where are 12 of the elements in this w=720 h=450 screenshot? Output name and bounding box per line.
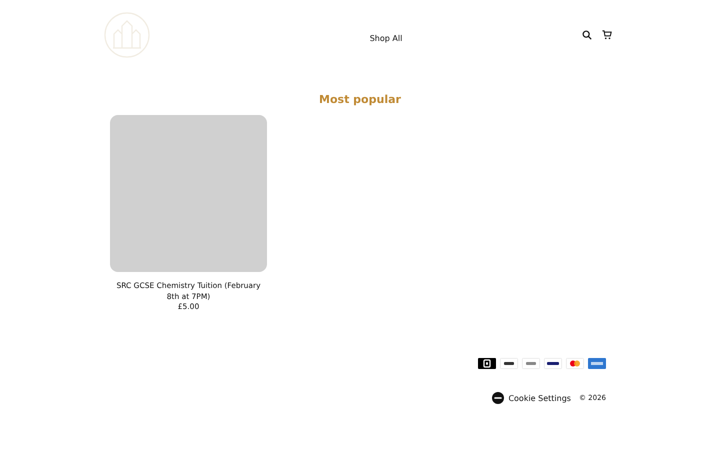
section-title: Most popular [319, 93, 401, 106]
cookie-settings-button[interactable]: Cookie Settings [492, 392, 571, 404]
cookie-icon [492, 392, 504, 404]
card-icon [478, 358, 496, 369]
card-icon [500, 358, 518, 369]
nav-link[interactable]: Shop All [370, 34, 402, 42]
search-icon[interactable] [582, 30, 592, 40]
card-icon [566, 358, 584, 369]
card-icon [522, 358, 540, 369]
card-icon [544, 358, 562, 369]
cart-icon[interactable] [602, 30, 612, 40]
card-icon [588, 358, 606, 369]
